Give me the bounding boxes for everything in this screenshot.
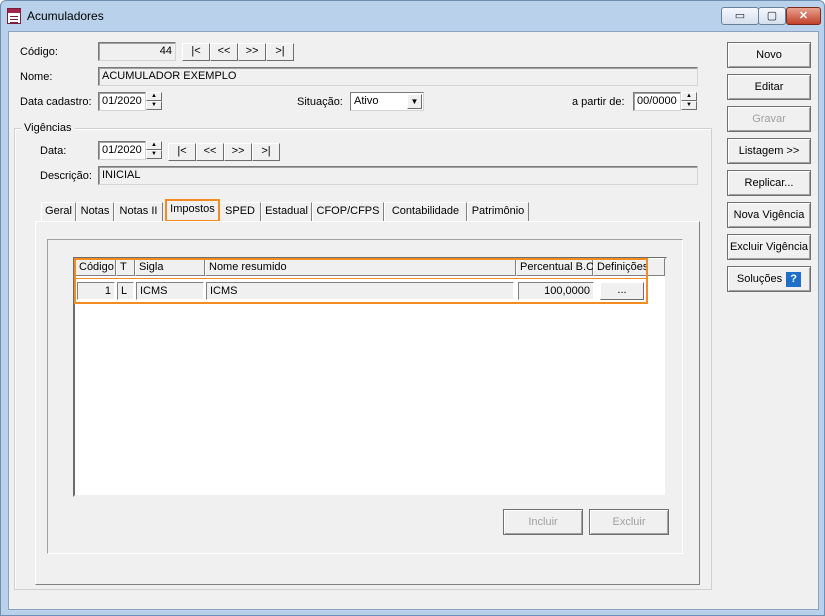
replicar-button[interactable]: Replicar...	[727, 170, 811, 196]
situacao-select[interactable]: Ativo ▼	[350, 92, 424, 111]
solucoes-button[interactable]: Soluções?	[727, 266, 811, 292]
column-header-t[interactable]: T	[116, 258, 135, 276]
data-cadastro-label: Data cadastro:	[20, 96, 92, 108]
cell-percentual-bc[interactable]: 100,0000	[518, 282, 594, 300]
excluir-button[interactable]: Excluir	[589, 509, 669, 535]
chevron-down-icon[interactable]: ▼	[407, 94, 422, 109]
tab-contabilidade[interactable]: Contabilidade	[384, 202, 467, 222]
incluir-button[interactable]: Incluir	[503, 509, 583, 535]
column-header-nome-resumido[interactable]: Nome resumido	[205, 258, 516, 276]
tab-impostos[interactable]: Impostos	[165, 199, 220, 222]
codigo-navigator: |< << >> >|	[182, 43, 294, 61]
tab-cfop-cfps[interactable]: CFOP/CFPS	[312, 202, 384, 222]
column-header-percentual-bc[interactable]: Percentual B.C.	[516, 258, 597, 276]
help-icon: ?	[786, 271, 802, 287]
tab-patrimonio: Patrimônio	[467, 202, 529, 222]
listagem-button[interactable]: Listagem >>	[727, 138, 811, 164]
situacao-label: Situação:	[297, 96, 343, 108]
vigencia-data-field[interactable]: 01/2020	[98, 141, 146, 160]
descricao-field[interactable]: INICIAL	[98, 166, 698, 185]
vigencias-group-label: Vigências	[21, 122, 75, 134]
novo-button[interactable]: Novo	[727, 42, 811, 68]
excluir-vigencia-button[interactable]: Excluir Vigência	[727, 234, 811, 260]
cell-t[interactable]: L	[117, 282, 134, 300]
tab-notas[interactable]: Notas	[76, 202, 114, 222]
vigencia-data-spinner[interactable]: ▲ ▼	[146, 141, 162, 160]
spin-up-icon[interactable]: ▲	[681, 92, 697, 101]
last-record-button[interactable]: >|	[266, 43, 294, 61]
a-partir-label: a partir de:	[572, 96, 625, 108]
minimize-button[interactable]: ▭	[721, 7, 759, 25]
maximize-button[interactable]: ▢	[758, 7, 786, 25]
codigo-field[interactable]: 44	[98, 42, 176, 61]
tab-sped: SPED	[219, 202, 261, 222]
tab-geral[interactable]: Geral	[41, 202, 76, 222]
solucoes-label: Soluções	[736, 273, 783, 285]
spin-down-icon[interactable]: ▼	[146, 101, 162, 110]
situacao-value: Ativo	[354, 95, 379, 107]
cell-sigla[interactable]: ICMS	[136, 282, 204, 300]
title-bar[interactable]: Acumuladores ▭ ▢ ✕	[1, 1, 824, 31]
spin-up-icon[interactable]: ▲	[146, 141, 162, 150]
main-window: Acumuladores ▭ ▢ ✕ Código: 44 |< << >> >…	[0, 0, 825, 616]
data-cadastro-spinner[interactable]: ▲ ▼	[146, 92, 162, 111]
column-header-codigo[interactable]: Código	[75, 258, 116, 276]
first-vigencia-button[interactable]: |<	[168, 143, 196, 161]
nova-vigencia-button[interactable]: Nova Vigência	[727, 202, 811, 228]
cell-codigo[interactable]: 1	[77, 282, 115, 300]
tab-estadual[interactable]: Estadual	[261, 202, 312, 222]
nome-label: Nome:	[20, 71, 53, 83]
column-header-definicoes[interactable]: Definições	[593, 258, 648, 276]
vigencia-navigator: |< << >> >|	[168, 143, 280, 161]
spin-up-icon[interactable]: ▲	[146, 92, 162, 101]
spin-down-icon[interactable]: ▼	[146, 150, 162, 159]
next-record-button[interactable]: >>	[238, 43, 266, 61]
descricao-label: Descrição:	[40, 170, 92, 182]
gravar-button[interactable]: Gravar	[727, 106, 811, 132]
first-record-button[interactable]: |<	[182, 43, 210, 61]
a-partir-field[interactable]: 00/0000	[633, 92, 681, 111]
last-vigencia-button[interactable]: >|	[252, 143, 280, 161]
editar-button[interactable]: Editar	[727, 74, 811, 100]
previous-record-button[interactable]: <<	[210, 43, 238, 61]
window-title: Acumuladores	[27, 9, 104, 23]
tab-notas-ii[interactable]: Notas II	[114, 202, 163, 222]
vigencia-data-label: Data:	[40, 145, 67, 157]
spin-down-icon[interactable]: ▼	[681, 101, 697, 110]
definicoes-button[interactable]: ...	[600, 282, 644, 300]
column-header-spacer	[647, 258, 665, 276]
codigo-label: Código:	[20, 46, 58, 58]
next-vigencia-button[interactable]: >>	[224, 143, 252, 161]
nome-field[interactable]: ACUMULADOR EXEMPLO	[98, 67, 698, 86]
previous-vigencia-button[interactable]: <<	[196, 143, 224, 161]
form-area: Código: 44 |< << >> >| Nome: ACUMULADOR …	[8, 31, 819, 610]
column-header-sigla[interactable]: Sigla	[135, 258, 205, 276]
a-partir-spinner[interactable]: ▲ ▼	[681, 92, 697, 111]
cell-nome-resumido[interactable]: ICMS	[206, 282, 514, 300]
document-icon	[7, 8, 21, 24]
data-cadastro-field[interactable]: 01/2020	[98, 92, 146, 111]
close-button[interactable]: ✕	[786, 7, 821, 25]
